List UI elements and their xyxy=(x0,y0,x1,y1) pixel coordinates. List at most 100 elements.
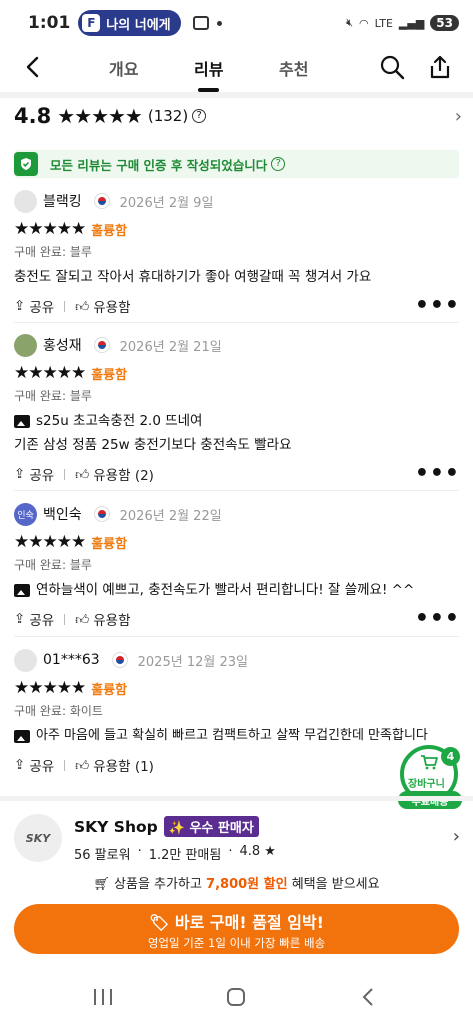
more-options-icon[interactable]: ••• xyxy=(415,608,460,630)
separator xyxy=(64,613,66,625)
home-icon[interactable] xyxy=(226,987,246,1007)
review-date: 2026년 2월 22일 xyxy=(119,508,222,524)
tab-overview[interactable]: 개요 xyxy=(109,56,138,80)
recent-apps-icon[interactable] xyxy=(92,987,114,1007)
lte-icon: LTE xyxy=(374,16,393,30)
rating-summary[interactable]: 4.8 ★★★★★ (132) ? › xyxy=(14,100,462,132)
promo-banner: 🛒︎ 상품을 추가하고 7,800원 할인 혜택을 받으세요 xyxy=(0,873,473,892)
shop-rating: 4.8 ★ xyxy=(239,844,276,859)
shop-name: SKY Shop xyxy=(74,817,158,836)
battery-icon: 53 xyxy=(430,15,459,31)
sold-count: 1.2만 판매됨 xyxy=(148,848,222,863)
review-date: 2026년 2월 9일 xyxy=(119,195,214,211)
top-seller-badge: ✨ 우수 판매자 xyxy=(163,816,259,837)
share-icon[interactable] xyxy=(427,54,453,80)
cart-label: 장바구니 xyxy=(408,779,445,790)
reviewer-name: 01***63 xyxy=(43,652,100,668)
review-item: 홍성재 2026년 2월 21일 ★★★★★ 훌륭함 구매 완료: 블루 s25u… xyxy=(14,333,462,485)
tab-reviews[interactable]: 리뷰 xyxy=(194,56,223,92)
helpful-button[interactable]: 👍︎ 유용함 (1) xyxy=(75,755,154,776)
review-stars: ★★★★★ xyxy=(14,678,86,698)
avatar xyxy=(14,333,37,357)
notification-dot-icon xyxy=(216,20,222,26)
review-count: (132) xyxy=(147,107,189,125)
review-item: 블랙킹 2026년 2월 9일 ★★★★★ 훌륭함 구매 완료: 블루 충전도 잘… xyxy=(14,189,462,317)
separator xyxy=(64,759,66,771)
review-date: 2025년 12월 23일 xyxy=(137,654,248,670)
app-pill[interactable]: F 나의 너에게 xyxy=(78,10,181,36)
korea-flag-icon xyxy=(93,337,110,353)
rating-stars: ★★★★★ xyxy=(57,104,143,128)
review-grade: 훌륭함 xyxy=(91,223,128,239)
shield-check-icon xyxy=(14,152,38,176)
review-stars: ★★★★★ xyxy=(14,532,86,552)
clock: 1:01 xyxy=(28,13,71,33)
avatar xyxy=(14,189,37,213)
shop-card[interactable]: SKY SKY Shop ✨ 우수 판매자 56 팔로워 · 1.2만 판매됨 … xyxy=(14,812,462,864)
cart-count-badge: 4 xyxy=(441,747,460,766)
korea-flag-icon xyxy=(93,193,110,209)
status-icons: 🔇︎ ◠ LTE ▂▄▆ 53 xyxy=(346,15,459,31)
followers: 56 팔로워 xyxy=(74,848,131,863)
reviewer-name: 백인숙 xyxy=(43,507,82,523)
buy-now-button[interactable]: 🏷︎ 바로 구매! 품절 임박! 영업일 기준 1일 이내 가장 빠른 배송 xyxy=(14,904,459,954)
dot-separator: · xyxy=(137,844,142,859)
wifi-icon: ◠ xyxy=(359,16,369,30)
review-grade: 훌륭함 xyxy=(91,682,128,698)
tab-recommend[interactable]: 추천 xyxy=(279,56,308,80)
share-label: 공유 xyxy=(29,468,55,484)
avatar: 인숙 xyxy=(14,502,37,526)
promo-post: 혜택을 받으세요 xyxy=(291,877,380,892)
system-nav-bar xyxy=(0,975,473,1024)
verified-text: 모든 리뷰는 구매 인증 후 작성되었습니다 xyxy=(50,157,268,173)
thumbs-up-icon: 👍︎ xyxy=(75,466,90,483)
review-grade: 훌륭함 xyxy=(91,367,128,383)
purchase-option: 구매 완료: 블루 xyxy=(14,245,92,259)
divider xyxy=(14,490,459,491)
share-label: 공유 xyxy=(29,300,55,316)
more-options-icon[interactable]: ••• xyxy=(415,295,460,317)
helpful-label: 유용함 (2) xyxy=(93,468,154,484)
divider xyxy=(14,636,459,637)
review-grade: 훌륭함 xyxy=(91,536,128,552)
share-icon: ⇪ xyxy=(14,757,26,773)
purchase-option: 구매 완료: 화이트 xyxy=(14,704,103,718)
divider xyxy=(14,322,459,323)
mute-icon: 🔇︎ xyxy=(346,16,353,29)
helpful-label: 유용함 xyxy=(93,300,131,316)
back-arrow-icon[interactable] xyxy=(22,55,46,79)
photo-icon xyxy=(14,729,30,743)
help-icon[interactable]: ? xyxy=(192,109,207,123)
korea-flag-icon xyxy=(111,652,128,668)
promo-highlight: 7,800원 할인 xyxy=(206,877,288,892)
share-review-button[interactable]: ⇪ 공유 xyxy=(14,755,54,775)
review-text: 기존 삼성 정품 25w 충전기보다 충전속도 빨라요 xyxy=(14,437,292,453)
share-review-button[interactable]: ⇪ 공유 xyxy=(14,609,54,629)
share-review-button[interactable]: ⇪ 공유 xyxy=(14,296,54,316)
back-icon[interactable] xyxy=(360,987,376,1007)
cart-icon xyxy=(421,755,438,770)
helpful-button[interactable]: 👍︎ 유용함 (2) xyxy=(75,464,154,485)
review-item: 인숙 백인숙 2026년 2월 22일 ★★★★★ 훌륭함 구매 완료: 블루 연… xyxy=(14,502,462,630)
reviewer-name: 블랙킹 xyxy=(43,194,82,210)
seller-badge-label: 우수 판매자 xyxy=(189,821,254,836)
review-stars: ★★★★★ xyxy=(14,363,86,383)
help-icon[interactable]: ? xyxy=(271,157,286,171)
purchase-option: 구매 완료: 블루 xyxy=(14,558,92,572)
sparkle-icon: ✨ xyxy=(168,821,190,836)
share-review-button[interactable]: ⇪ 공유 xyxy=(14,464,54,484)
purchase-option: 구매 완료: 블루 xyxy=(14,389,92,403)
promo-pre: 상품을 추가하고 xyxy=(114,877,202,892)
review-text: 아주 마음에 들고 확실히 빠르고 컴팩트하고 살짝 무겁긴한데 만족합니다 xyxy=(36,728,428,743)
screenshot-icon xyxy=(192,16,209,30)
signal-icon: ▂▄▆ xyxy=(398,16,425,30)
divider xyxy=(0,796,473,801)
search-icon[interactable] xyxy=(379,54,405,80)
review-date: 2026년 2월 21일 xyxy=(119,339,222,355)
thumbs-up-icon: 👍︎ xyxy=(75,611,90,628)
korea-flag-icon xyxy=(93,506,110,522)
helpful-button[interactable]: 👍︎ 유용함 xyxy=(75,609,130,630)
helpful-button[interactable]: 👍︎ 유용함 xyxy=(75,296,131,317)
more-options-icon[interactable]: ••• xyxy=(415,463,460,485)
divider xyxy=(0,92,473,98)
